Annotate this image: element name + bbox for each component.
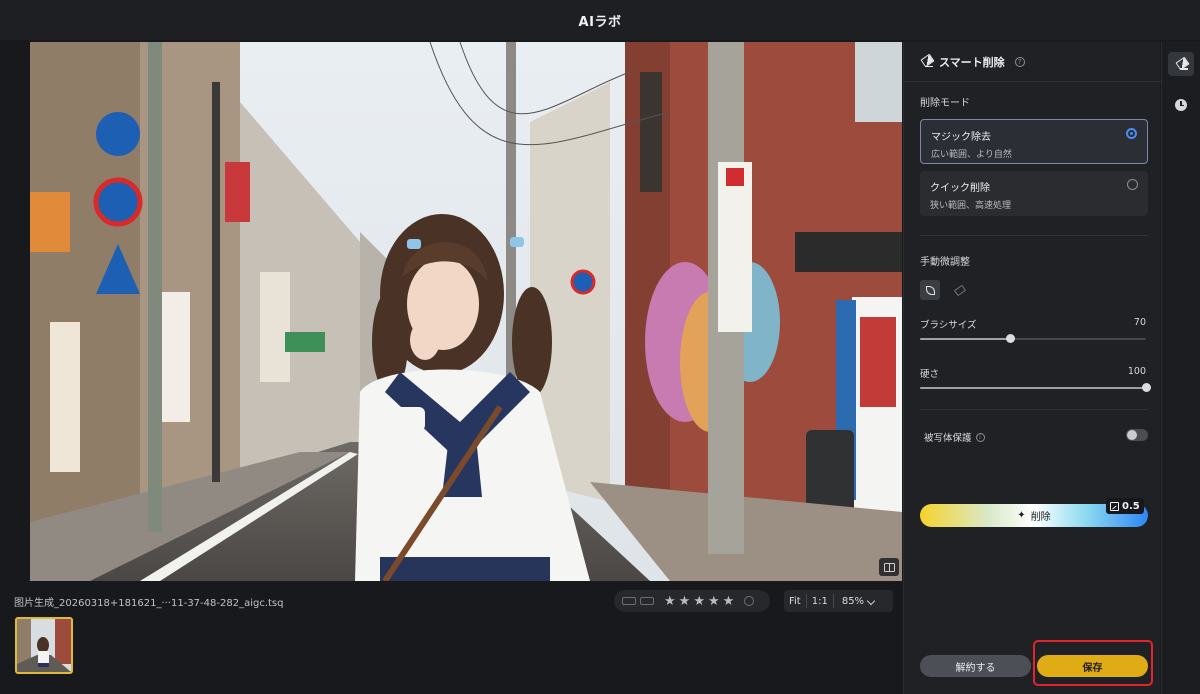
mode-name: マジック除去 bbox=[931, 132, 991, 143]
info-icon[interactable]: i bbox=[975, 432, 985, 442]
section-divider bbox=[920, 235, 1148, 236]
hardness-row: 硬さ 100 bbox=[920, 366, 1151, 392]
rail-smart-erase-button[interactable] bbox=[1168, 52, 1194, 76]
erase-button-label: 削除 bbox=[1030, 512, 1051, 523]
subject-protect-toggle[interactable] bbox=[1126, 429, 1148, 441]
zoom-level-value: 85% bbox=[841, 595, 865, 607]
eraser-icon bbox=[953, 284, 967, 296]
star-icon[interactable]: ★ bbox=[708, 595, 720, 608]
title-bar: AIラボ bbox=[0, 0, 1200, 40]
subject-protect-row: 被写体保護 i bbox=[924, 429, 1148, 444]
section-divider bbox=[920, 409, 1148, 410]
mode-quick-erase[interactable]: クイック削除 狭い範囲、高速処理 bbox=[920, 171, 1148, 216]
radio-icon[interactable] bbox=[1127, 179, 1138, 190]
cancel-button[interactable]: 解約する bbox=[920, 655, 1031, 677]
brush-size-label: ブラシサイズ bbox=[920, 320, 977, 331]
rating-bar: ★ ★ ★ ★ ★ bbox=[614, 590, 770, 612]
star-icon[interactable]: ★ bbox=[693, 595, 705, 608]
hardness-label: 硬さ bbox=[920, 369, 940, 380]
brush-size-row: ブラシサイズ 70 bbox=[920, 317, 1148, 343]
credit-cost-badge: 0.5 bbox=[1106, 498, 1144, 514]
zoom-1to1-button[interactable]: 1:1 bbox=[807, 596, 833, 607]
slider-fill bbox=[920, 387, 1146, 389]
star-rating: ★ ★ ★ ★ ★ bbox=[664, 595, 734, 608]
zoom-level-select[interactable]: 85% bbox=[834, 596, 879, 607]
zoom-fit-button[interactable]: Fit bbox=[784, 596, 806, 607]
hardness-value: 100 bbox=[1127, 366, 1146, 377]
brush-tool-button[interactable] bbox=[920, 280, 940, 300]
help-icon[interactable]: ? bbox=[1014, 56, 1025, 67]
street-photo bbox=[30, 42, 902, 581]
rail-history-button[interactable] bbox=[1168, 93, 1194, 117]
star-icon[interactable]: ★ bbox=[664, 595, 676, 608]
hardness-slider[interactable] bbox=[920, 383, 1151, 392]
split-view-icon bbox=[883, 562, 895, 572]
credit-value: 0.5 bbox=[1122, 500, 1140, 512]
tool-rail bbox=[1161, 42, 1200, 694]
smart-erase-panel: スマート削除 ? 削除モード マジック除去 広い範囲、より自然 クイック削除 狭… bbox=[903, 42, 1161, 694]
color-label-icon[interactable] bbox=[744, 596, 755, 606]
star-icon[interactable]: ★ bbox=[723, 595, 735, 608]
slider-handle[interactable] bbox=[1006, 334, 1015, 343]
slider-fill bbox=[920, 338, 1010, 340]
subject-protect-label: 被写体保護 bbox=[924, 433, 972, 444]
brush-icon bbox=[925, 285, 935, 295]
sparkle-icon: ✦ bbox=[1017, 510, 1026, 521]
eraser-icon bbox=[1175, 59, 1188, 70]
thumbnail-image bbox=[17, 619, 71, 672]
panel-title: スマート削除 bbox=[939, 55, 1005, 69]
image-canvas[interactable] bbox=[30, 42, 902, 581]
panel-header: スマート削除 ? bbox=[904, 42, 1161, 82]
reject-flag-icon[interactable] bbox=[640, 597, 654, 605]
eraser-icon bbox=[920, 56, 933, 67]
thumbnail-selected[interactable] bbox=[15, 617, 73, 674]
file-name: 图片生成_20260318+181621_···11-37-48-282_aig… bbox=[14, 598, 284, 609]
star-icon[interactable]: ★ bbox=[679, 595, 691, 608]
mode-description: 狭い範囲、高速処理 bbox=[930, 201, 1012, 211]
mode-magic-remove[interactable]: マジック除去 広い範囲、より自然 bbox=[920, 119, 1148, 164]
compare-view-button[interactable] bbox=[879, 558, 899, 576]
mode-description: 広い範囲、より自然 bbox=[931, 150, 1012, 160]
brush-size-slider[interactable] bbox=[920, 334, 1146, 343]
radio-selected-icon[interactable] bbox=[1126, 128, 1137, 139]
save-highlight-box bbox=[1033, 640, 1153, 686]
mode-name: クイック削除 bbox=[930, 183, 990, 194]
filmstrip-area: 图片生成_20260318+181621_···11-37-48-282_aig… bbox=[0, 584, 902, 694]
credit-icon bbox=[1110, 501, 1119, 511]
app-title: AIラボ bbox=[578, 14, 622, 30]
flag-icon[interactable] bbox=[622, 597, 636, 605]
history-icon bbox=[1175, 99, 1187, 111]
eraser-tool-button[interactable] bbox=[950, 280, 970, 300]
brush-size-value: 70 bbox=[1133, 317, 1146, 328]
zoom-controls: Fit 1:1 85% bbox=[784, 590, 893, 612]
slider-handle[interactable] bbox=[1142, 383, 1151, 392]
erase-mode-label: 削除モード bbox=[920, 98, 970, 109]
manual-adjust-label: 手動微調整 bbox=[920, 257, 970, 268]
chevron-down-icon bbox=[866, 596, 876, 605]
